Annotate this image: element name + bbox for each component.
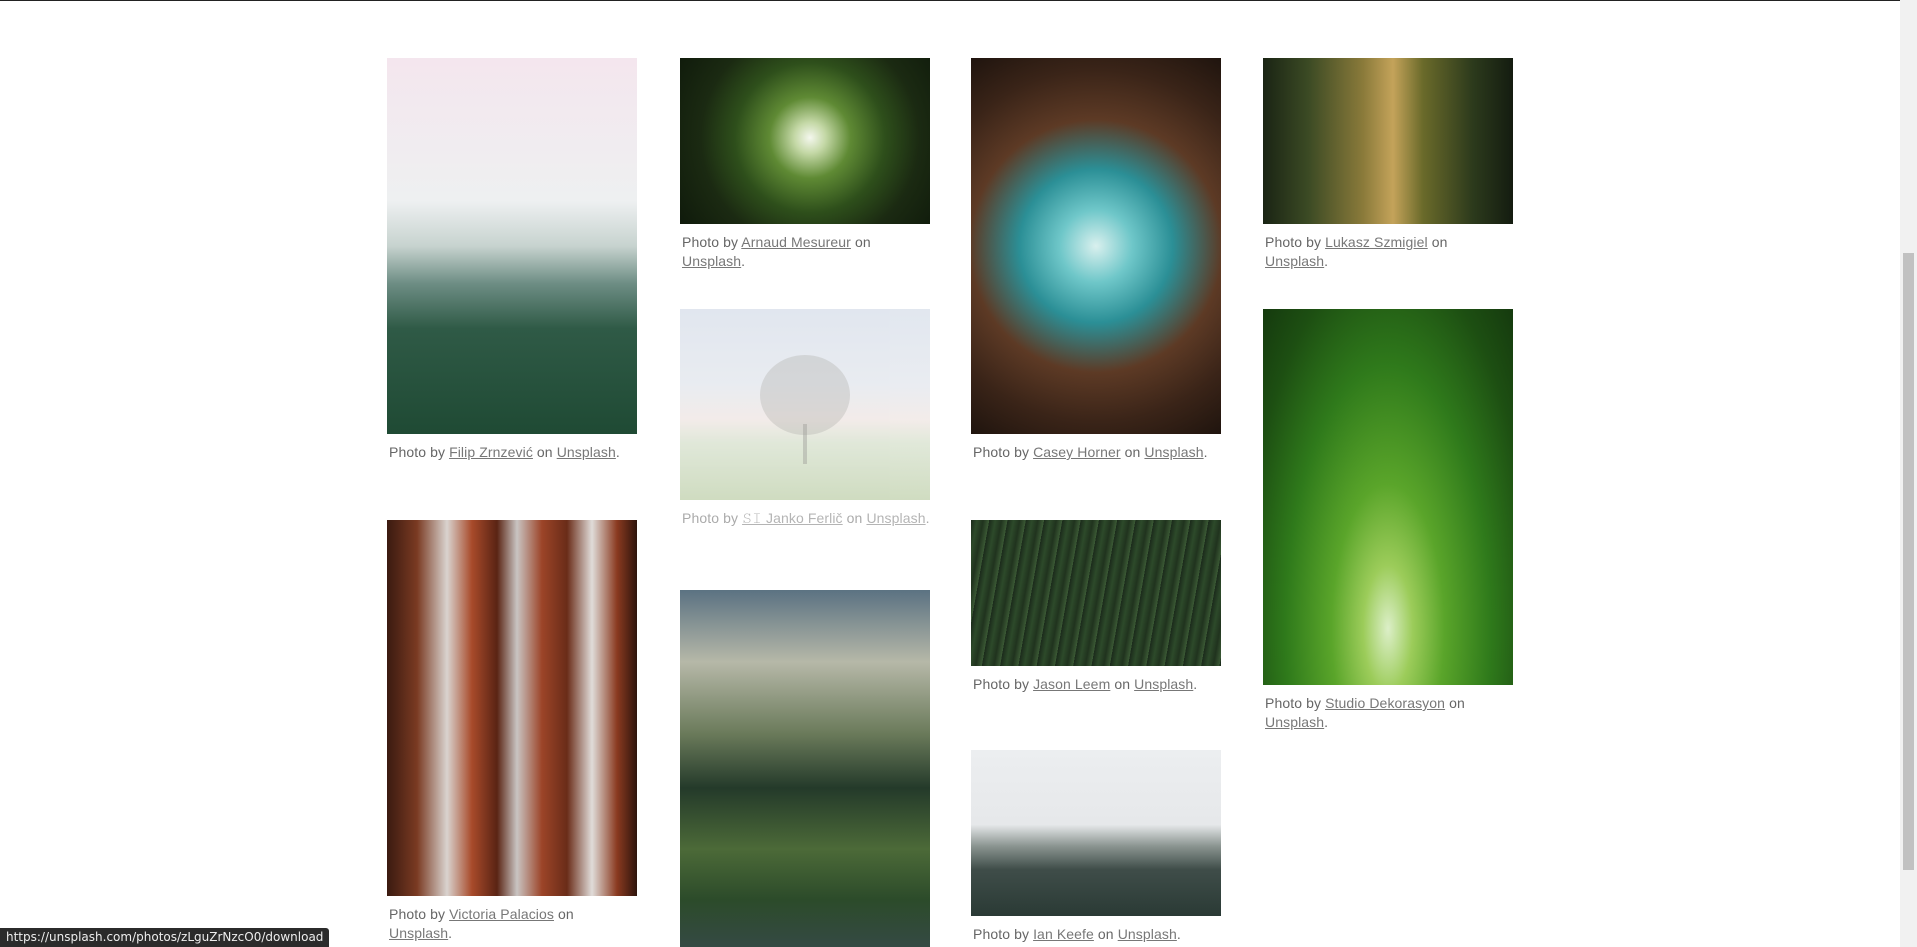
author-link[interactable]: 𝚂𝙸 Janko Ferlič — [742, 510, 843, 526]
unsplash-link[interactable]: Unsplash — [1118, 926, 1177, 942]
photo-caption: Photo by Jason Leem on Unsplash. — [973, 676, 1198, 692]
photo-card: Photo by Studio Dekorasyon on Unsplash. — [1263, 309, 1513, 732]
author-link[interactable]: Jason Leem — [1033, 676, 1110, 692]
unsplash-link[interactable]: Unsplash — [1265, 253, 1324, 269]
photo-card — [680, 590, 930, 947]
photo-card: Photo by Casey Horner on Unsplash. — [971, 58, 1221, 462]
photo-caption: Photo by Victoria Palacios on Unsplash. — [389, 906, 574, 941]
photo-image[interactable] — [680, 58, 930, 224]
photo-caption: Photo by Ian Keefe on Unsplash. — [973, 926, 1181, 942]
photo-caption: Photo by Arnaud Mesureur on Unsplash. — [682, 234, 871, 269]
photo-caption: Photo by 𝚂𝙸 Janko Ferlič on Unsplash. — [682, 510, 930, 526]
photo-image[interactable] — [680, 590, 930, 947]
photo-image[interactable] — [971, 58, 1221, 434]
tree-trunk — [803, 423, 807, 464]
photo-caption: Photo by Filip Zrnzević on Unsplash. — [389, 444, 620, 460]
photo-card: Photo by Lukasz Szmigiel on Unsplash. — [1263, 58, 1513, 271]
author-link[interactable]: Studio Dekorasyon — [1325, 695, 1445, 711]
photo-image[interactable] — [680, 309, 930, 500]
author-link[interactable]: Victoria Palacios — [449, 906, 554, 922]
photo-image[interactable] — [1263, 58, 1513, 224]
photo-card: Photo by Filip Zrnzević on Unsplash. — [387, 58, 637, 462]
photo-image[interactable] — [1263, 309, 1513, 685]
author-link[interactable]: Arnaud Mesureur — [741, 234, 851, 250]
author-link[interactable]: Casey Horner — [1033, 444, 1121, 460]
photo-image[interactable] — [387, 520, 637, 896]
photo-card: Photo by Jason Leem on Unsplash. — [971, 520, 1221, 694]
photo-grid: Photo by Filip Zrnzević on Unsplash. Pho… — [0, 0, 1900, 947]
unsplash-link[interactable]: Unsplash — [866, 510, 925, 526]
unsplash-link[interactable]: Unsplash — [682, 253, 741, 269]
unsplash-link[interactable]: Unsplash — [1265, 714, 1324, 730]
author-link[interactable]: Filip Zrnzević — [449, 444, 533, 460]
author-link[interactable]: Lukasz Szmigiel — [1325, 234, 1428, 250]
unsplash-link[interactable]: Unsplash — [1134, 676, 1193, 692]
unsplash-link[interactable]: Unsplash — [557, 444, 616, 460]
photo-card: Photo by 𝚂𝙸 Janko Ferlič on Unsplash. — [680, 309, 930, 528]
photo-image[interactable] — [387, 58, 637, 434]
photo-caption: Photo by Casey Horner on Unsplash. — [973, 444, 1208, 460]
scrollbar-thumb[interactable] — [1903, 253, 1914, 870]
photo-caption: Photo by Studio Dekorasyon on Unsplash. — [1265, 695, 1465, 730]
vertical-scrollbar[interactable] — [1900, 0, 1917, 947]
photo-image[interactable] — [971, 750, 1221, 916]
photo-card: Photo by Arnaud Mesureur on Unsplash. — [680, 58, 930, 271]
unsplash-link[interactable]: Unsplash — [1144, 444, 1203, 460]
photo-caption: Photo by Lukasz Szmigiel on Unsplash. — [1265, 234, 1448, 269]
photo-card: Photo by Victoria Palacios on Unsplash. — [387, 520, 637, 943]
photo-card: Photo by Ian Keefe on Unsplash. — [971, 750, 1221, 944]
link-status-bar: https://unsplash.com/photos/zLguZrNzcO0/… — [0, 928, 330, 947]
unsplash-link[interactable]: Unsplash — [389, 925, 448, 941]
author-link[interactable]: Ian Keefe — [1033, 926, 1094, 942]
photo-image[interactable] — [971, 520, 1221, 666]
